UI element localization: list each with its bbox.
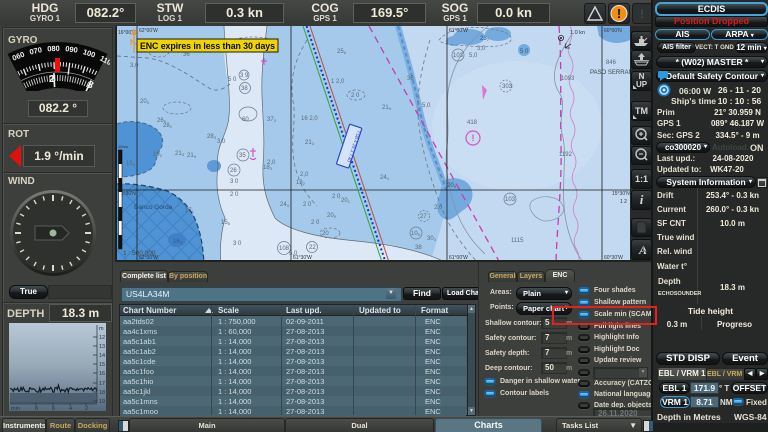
svg-text:418: 418 — [467, 120, 478, 126]
svg-text:5 0: 5 0 — [520, 49, 529, 55]
svg-text:!: ! — [617, 6, 621, 21]
svg-text:219: 219 — [187, 153, 197, 159]
svg-text:36: 36 — [183, 52, 190, 58]
svg-text:14: 14 — [99, 353, 105, 359]
svg-text:Banco Gorda: Banco Gorda — [134, 204, 173, 211]
svg-text:3,0: 3,0 — [477, 46, 486, 52]
svg-text:22: 22 — [309, 245, 316, 251]
svg-text:35: 35 — [239, 153, 246, 159]
svg-text:16 2,0: 16 2,0 — [301, 116, 318, 122]
svg-text:237: 237 — [480, 36, 490, 42]
svg-text:12: 12 — [99, 335, 105, 341]
svg-text:20: 20 — [322, 231, 329, 237]
svg-text:171: 171 — [185, 208, 195, 214]
svg-text:213: 213 — [175, 151, 185, 157]
svg-text:38: 38 — [415, 245, 422, 251]
svg-text:103: 103 — [453, 53, 464, 59]
svg-text:15°30'N: 15°30'N — [612, 191, 630, 197]
svg-text:205: 205 — [447, 183, 457, 189]
svg-text:1192: 1192 — [559, 152, 573, 158]
svg-text:1093: 1093 — [561, 76, 575, 82]
svg-text:1 2: 1 2 — [620, 199, 627, 205]
svg-text:283: 283 — [207, 134, 217, 140]
svg-text:6: 6 — [52, 406, 55, 411]
svg-text:ENC expires in less than 30 da: ENC expires in less than 30 days — [140, 41, 275, 51]
svg-text:10nm: 10nm — [118, 144, 129, 149]
svg-text:846: 846 — [606, 60, 617, 66]
svg-text:!: ! — [640, 7, 644, 21]
svg-text:2 0: 2 0 — [311, 220, 320, 226]
svg-text:2,0: 2,0 — [434, 205, 443, 211]
svg-text:2 0: 2 0 — [332, 194, 341, 200]
svg-text:155: 155 — [221, 220, 231, 226]
svg-text:155: 155 — [126, 161, 136, 167]
svg-text:1 2,0: 1 2,0 — [331, 79, 345, 85]
svg-text:080: 080 — [47, 44, 60, 53]
svg-text:213: 213 — [305, 140, 315, 146]
svg-text:183: 183 — [263, 165, 273, 171]
svg-text:2,0: 2,0 — [300, 172, 309, 178]
svg-text:62°00'W: 62°00'W — [139, 28, 158, 34]
svg-text:3 0: 3 0 — [233, 241, 242, 247]
svg-text:2: 2 — [49, 74, 55, 85]
svg-text:PASO SERRAN: PASO SERRAN — [590, 70, 630, 76]
svg-text:4: 4 — [69, 406, 72, 411]
svg-text:1.0 kn: 1.0 kn — [570, 30, 585, 36]
svg-text:244: 244 — [380, 175, 390, 181]
svg-text:203: 203 — [140, 99, 150, 105]
svg-text:1115: 1115 — [511, 238, 524, 244]
svg-text:2 0: 2 0 — [351, 93, 360, 99]
svg-text:17: 17 — [99, 381, 105, 387]
svg-text:m: m — [99, 326, 104, 332]
svg-text:303: 303 — [427, 236, 437, 242]
svg-text:27: 27 — [420, 214, 427, 220]
svg-text:61°00'W: 61°00'W — [449, 28, 468, 34]
svg-text:36: 36 — [407, 76, 414, 82]
svg-text:2: 2 — [85, 406, 88, 411]
svg-text:2 0: 2 0 — [303, 202, 312, 208]
svg-text:13: 13 — [99, 344, 105, 350]
svg-text:3,0: 3,0 — [217, 139, 226, 145]
svg-text:209: 209 — [327, 213, 337, 219]
svg-text:281: 281 — [163, 123, 173, 129]
svg-text:1 : 500,000: 1 : 500,000 — [123, 250, 156, 257]
svg-text:5,0: 5,0 — [289, 251, 298, 257]
svg-text:103: 103 — [505, 197, 516, 203]
svg-text:256: 256 — [337, 49, 347, 55]
svg-text:8: 8 — [35, 406, 38, 411]
svg-text:163: 163 — [173, 239, 183, 245]
svg-text:5,0: 5,0 — [422, 103, 431, 109]
svg-text:60°00'N: 60°00'N — [604, 28, 622, 34]
svg-text:105: 105 — [411, 231, 421, 237]
svg-text:5 0: 5 0 — [228, 77, 237, 83]
svg-text:38: 38 — [241, 86, 248, 92]
svg-text:16: 16 — [99, 371, 105, 377]
svg-text:15: 15 — [99, 362, 105, 368]
svg-text:3 0: 3 0 — [230, 179, 239, 185]
svg-text:!: ! — [472, 133, 475, 143]
svg-text:18: 18 — [99, 390, 105, 396]
svg-text:303: 303 — [502, 84, 513, 90]
svg-text:2 0: 2 0 — [230, 192, 239, 198]
svg-text:373: 373 — [267, 117, 277, 123]
svg-text:26: 26 — [230, 168, 237, 174]
svg-text:min: min — [11, 406, 20, 411]
svg-text:19: 19 — [99, 399, 105, 405]
svg-text:3,0: 3,0 — [130, 63, 139, 69]
svg-text:5,0: 5,0 — [469, 53, 478, 59]
svg-text:201: 201 — [341, 198, 351, 204]
svg-text:219: 219 — [382, 105, 392, 111]
svg-text:090: 090 — [65, 44, 79, 55]
svg-text:244: 244 — [280, 202, 290, 208]
svg-text:182: 182 — [296, 180, 306, 186]
svg-text:192: 192 — [153, 152, 163, 158]
